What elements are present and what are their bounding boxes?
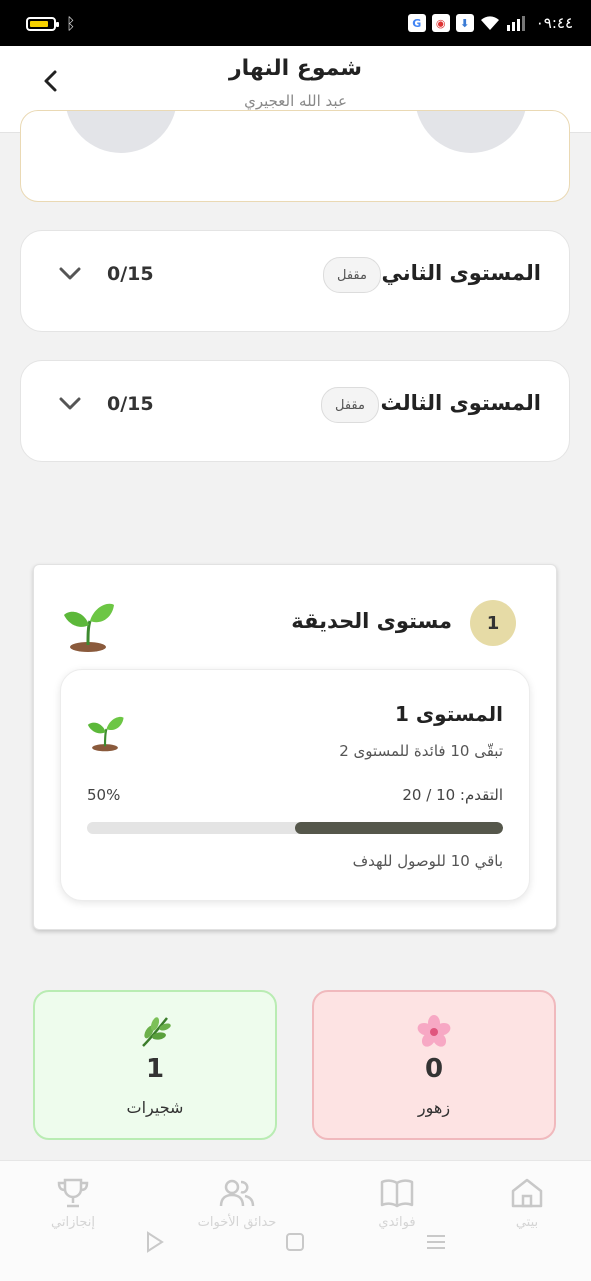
level-title: المستوى الثالث <box>380 391 541 415</box>
progress-percent: 50% <box>87 786 121 804</box>
seedling-icon <box>64 603 114 652</box>
level-one-card <box>20 110 570 202</box>
home-icon <box>511 1178 543 1208</box>
garden-level-title: مستوى الحديقة <box>291 609 452 633</box>
progress-bar-fill <box>295 822 503 834</box>
level-card-3[interactable]: المستوى الثالث مقفل 0/15 <box>20 360 570 462</box>
goal-remaining: باقي 10 للوصول للهدف <box>352 852 503 870</box>
flowers-count: 0 <box>424 1054 444 1084</box>
status-bar: ᛒ G ◉ ⬇ ٠٩:٤٤ <box>0 0 591 46</box>
progress-label: التقدم: 10 / 20 <box>402 786 503 804</box>
bluetooth-icon: ᛒ <box>66 14 76 33</box>
battery-icon <box>26 16 59 31</box>
flower-icon <box>417 1015 451 1047</box>
shrubs-label: شجيرات <box>126 1098 184 1117</box>
system-home-icon[interactable] <box>284 1231 306 1253</box>
flowers-stat-card: 0 زهور <box>312 990 556 1140</box>
nav-achievements-label: إنجازاتي <box>51 1215 95 1230</box>
page-subtitle: عبد الله العجيري <box>244 92 347 110</box>
milestone-circle <box>65 111 177 153</box>
next-level-remaining: تبقّى 10 فائدة للمستوى 2 <box>339 742 503 760</box>
level-count: 0/15 <box>107 263 154 285</box>
shrubs-stat-card: 1 شجيرات <box>33 990 277 1140</box>
nav-home-label: بيتي <box>515 1215 539 1230</box>
nav-benefits[interactable]: فوائدي <box>342 1177 452 1230</box>
chevron-down-icon[interactable] <box>59 393 81 413</box>
flowers-label: زهور <box>417 1098 451 1117</box>
nav-achievements[interactable]: إنجازاتي <box>18 1177 128 1230</box>
users-icon <box>219 1179 255 1207</box>
status-right: G ◉ ⬇ ٠٩:٤٤ <box>407 14 573 32</box>
signal-icon <box>506 16 525 31</box>
shrubs-count: 1 <box>145 1054 165 1084</box>
bottom-navigation: بيتي فوائدي حدائق الأخوات إنجازاتي <box>0 1160 591 1281</box>
status-time: ٠٩:٤٤ <box>535 14 573 32</box>
status-left: ᛒ <box>26 14 76 33</box>
system-menu-icon[interactable] <box>424 1231 448 1253</box>
current-level-title: المستوى 1 <box>394 702 503 726</box>
book-icon <box>380 1179 414 1208</box>
google-icon: G <box>407 14 426 32</box>
herb-icon <box>142 1017 171 1047</box>
level-count: 0/15 <box>107 393 154 415</box>
level-card-2[interactable]: المستوى الثاني مقفل 0/15 <box>20 230 570 332</box>
download-icon: ⬇ <box>455 14 474 32</box>
chrome-icon: ◉ <box>431 14 450 32</box>
wifi-icon <box>480 16 499 30</box>
garden-level-badge: 1 <box>470 600 516 646</box>
nav-sisters-gardens[interactable]: حدائق الأخوات <box>182 1177 292 1230</box>
seedling-icon <box>87 716 124 752</box>
current-level-panel: المستوى 1 تبقّى 10 فائدة للمستوى 2 التقد… <box>60 669 530 901</box>
page-title: شموع النهار <box>228 56 363 81</box>
chevron-down-icon[interactable] <box>59 263 81 283</box>
garden-level-card: 1 مستوى الحديقة المستوى 1 تبقّى 10 فائدة… <box>33 564 557 930</box>
locked-badge: مقفل <box>321 387 379 423</box>
level-title: المستوى الثاني <box>381 261 542 285</box>
progress-bar <box>87 822 503 834</box>
nav-home[interactable]: بيتي <box>472 1177 582 1230</box>
system-back-icon[interactable] <box>144 1231 166 1253</box>
nav-benefits-label: فوائدي <box>378 1215 416 1230</box>
nav-sisters-gardens-label: حدائق الأخوات <box>197 1215 277 1230</box>
milestone-circle <box>415 111 527 153</box>
locked-badge: مقفل <box>323 257 381 293</box>
trophy-icon <box>57 1178 89 1208</box>
